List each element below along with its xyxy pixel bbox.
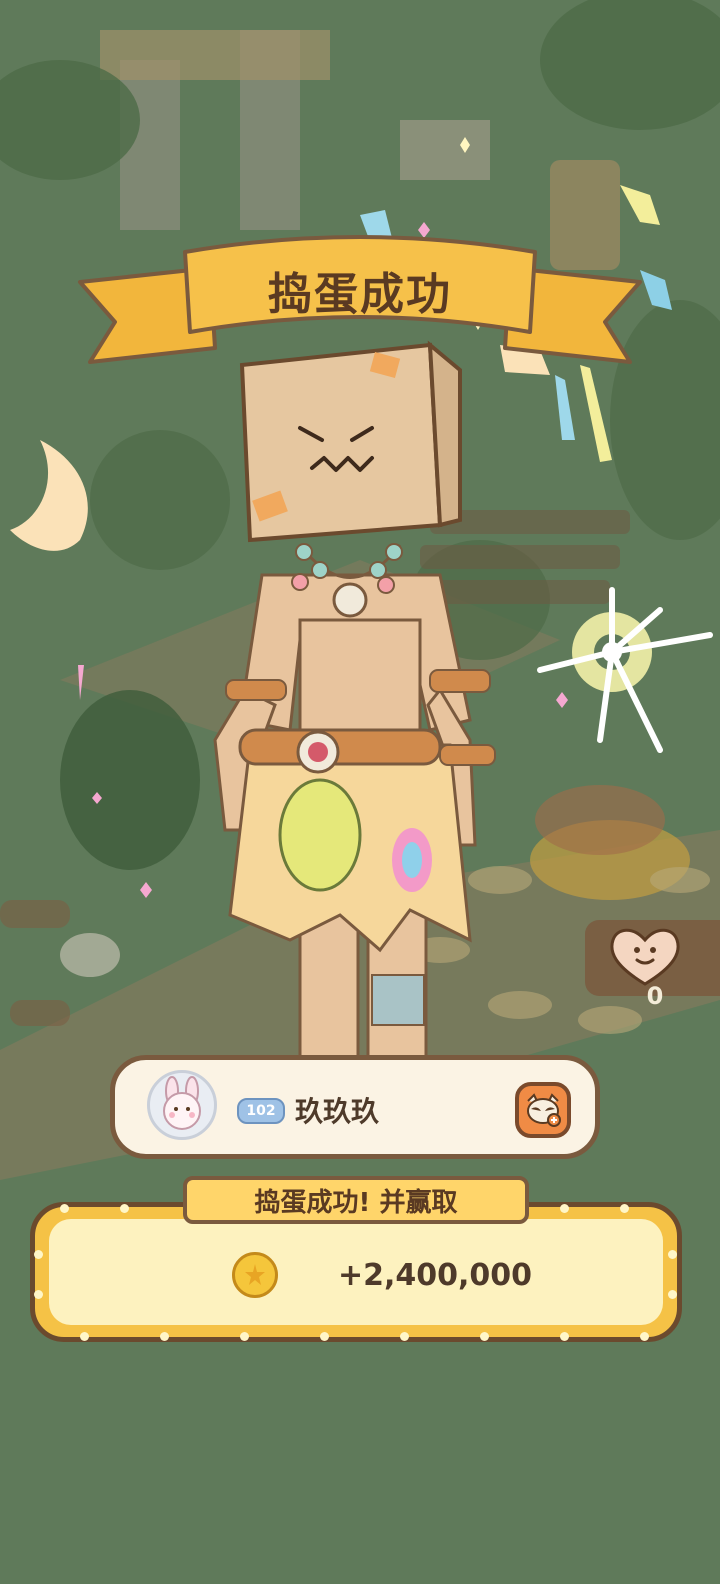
gold-coin-icon [232,1252,278,1298]
add-friend-button[interactable] [515,1082,571,1138]
player-card: 102 玖玖玖 [110,1055,600,1159]
raccoon-add-friend-icon [527,1093,561,1127]
player-name: 玖玖玖 [295,1095,380,1128]
player-avatar[interactable] [147,1070,217,1140]
player-level-badge: 102 [237,1098,285,1124]
title-ribbon [78,235,642,364]
success-title: 捣蛋成功 [268,269,452,320]
reward-header: 捣蛋成功! 并赢取 [183,1176,529,1224]
reward-amount: +2,400,000 [338,1258,533,1293]
bunny-avatar-icon [163,1076,201,1130]
heart-count-value: 0 [646,982,664,1010]
